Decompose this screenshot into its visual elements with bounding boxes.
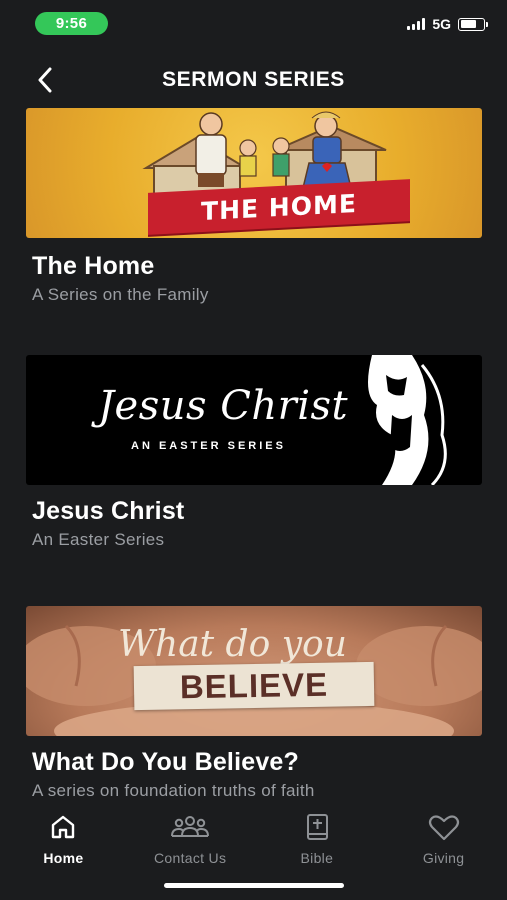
banner-script-text: Jesus Christ [98, 383, 349, 429]
nav-header: SERMON SERIES [0, 56, 507, 104]
page-title: SERMON SERIES [162, 68, 345, 91]
status-bar: 9:56 5G [0, 0, 507, 46]
series-subtitle: A series on foundation truths of faith [32, 781, 315, 800]
tab-label: Contact Us [154, 850, 227, 866]
series-card-jesus-christ[interactable]: Jesus Christ AN EASTER SERIES Jesus Chri… [26, 355, 482, 550]
network-type: 5G [432, 16, 451, 32]
tab-label: Giving [422, 850, 465, 866]
home-indicator [164, 883, 344, 888]
tab-home[interactable]: Home [0, 804, 127, 872]
banner-script-text: What do you [118, 624, 347, 665]
portrait-silhouette [368, 355, 447, 485]
series-banner-the-home: THE HOME [26, 108, 482, 238]
tab-contact-us[interactable]: Contact Us [127, 804, 254, 872]
banner-believe-text: BELIEVE [179, 665, 329, 706]
series-banner-what-do-you-believe: What do you BELIEVE [26, 606, 482, 736]
series-list[interactable]: THE HOME The Home A Series on the Family… [0, 108, 507, 804]
tab-giving[interactable]: Giving [380, 804, 507, 872]
signal-icon [407, 18, 426, 30]
series-subtitle: An Easter Series [32, 530, 165, 549]
series-card-the-home[interactable]: THE HOME The Home A Series on the Family [26, 108, 482, 305]
series-banner-jesus-christ: Jesus Christ AN EASTER SERIES [26, 355, 482, 485]
home-icon [52, 815, 75, 839]
banner-title-text: THE HOME [201, 188, 357, 226]
series-card-what-do-you-believe[interactable]: What do you BELIEVE What Do You Believe?… [26, 606, 482, 801]
banner-paper: BELIEVE [133, 661, 375, 711]
status-indicators: 5G [407, 16, 488, 32]
tab-bar: Home Contact Us Bible Giving [0, 804, 507, 872]
tab-label: Bible [300, 850, 334, 866]
battery-icon [458, 17, 488, 31]
bible-icon [306, 814, 328, 840]
banner-tag-text: AN EASTER SERIES [131, 440, 286, 452]
series-title: The Home [32, 252, 155, 280]
status-time: 9:56 [35, 12, 108, 35]
tab-bible[interactable]: Bible [254, 804, 381, 872]
tab-label: Home [43, 850, 84, 866]
people-icon [171, 816, 210, 837]
heart-icon [428, 815, 459, 841]
series-title: What Do You Believe? [32, 748, 300, 776]
series-subtitle: A Series on the Family [32, 285, 209, 304]
series-title: Jesus Christ [32, 497, 185, 525]
